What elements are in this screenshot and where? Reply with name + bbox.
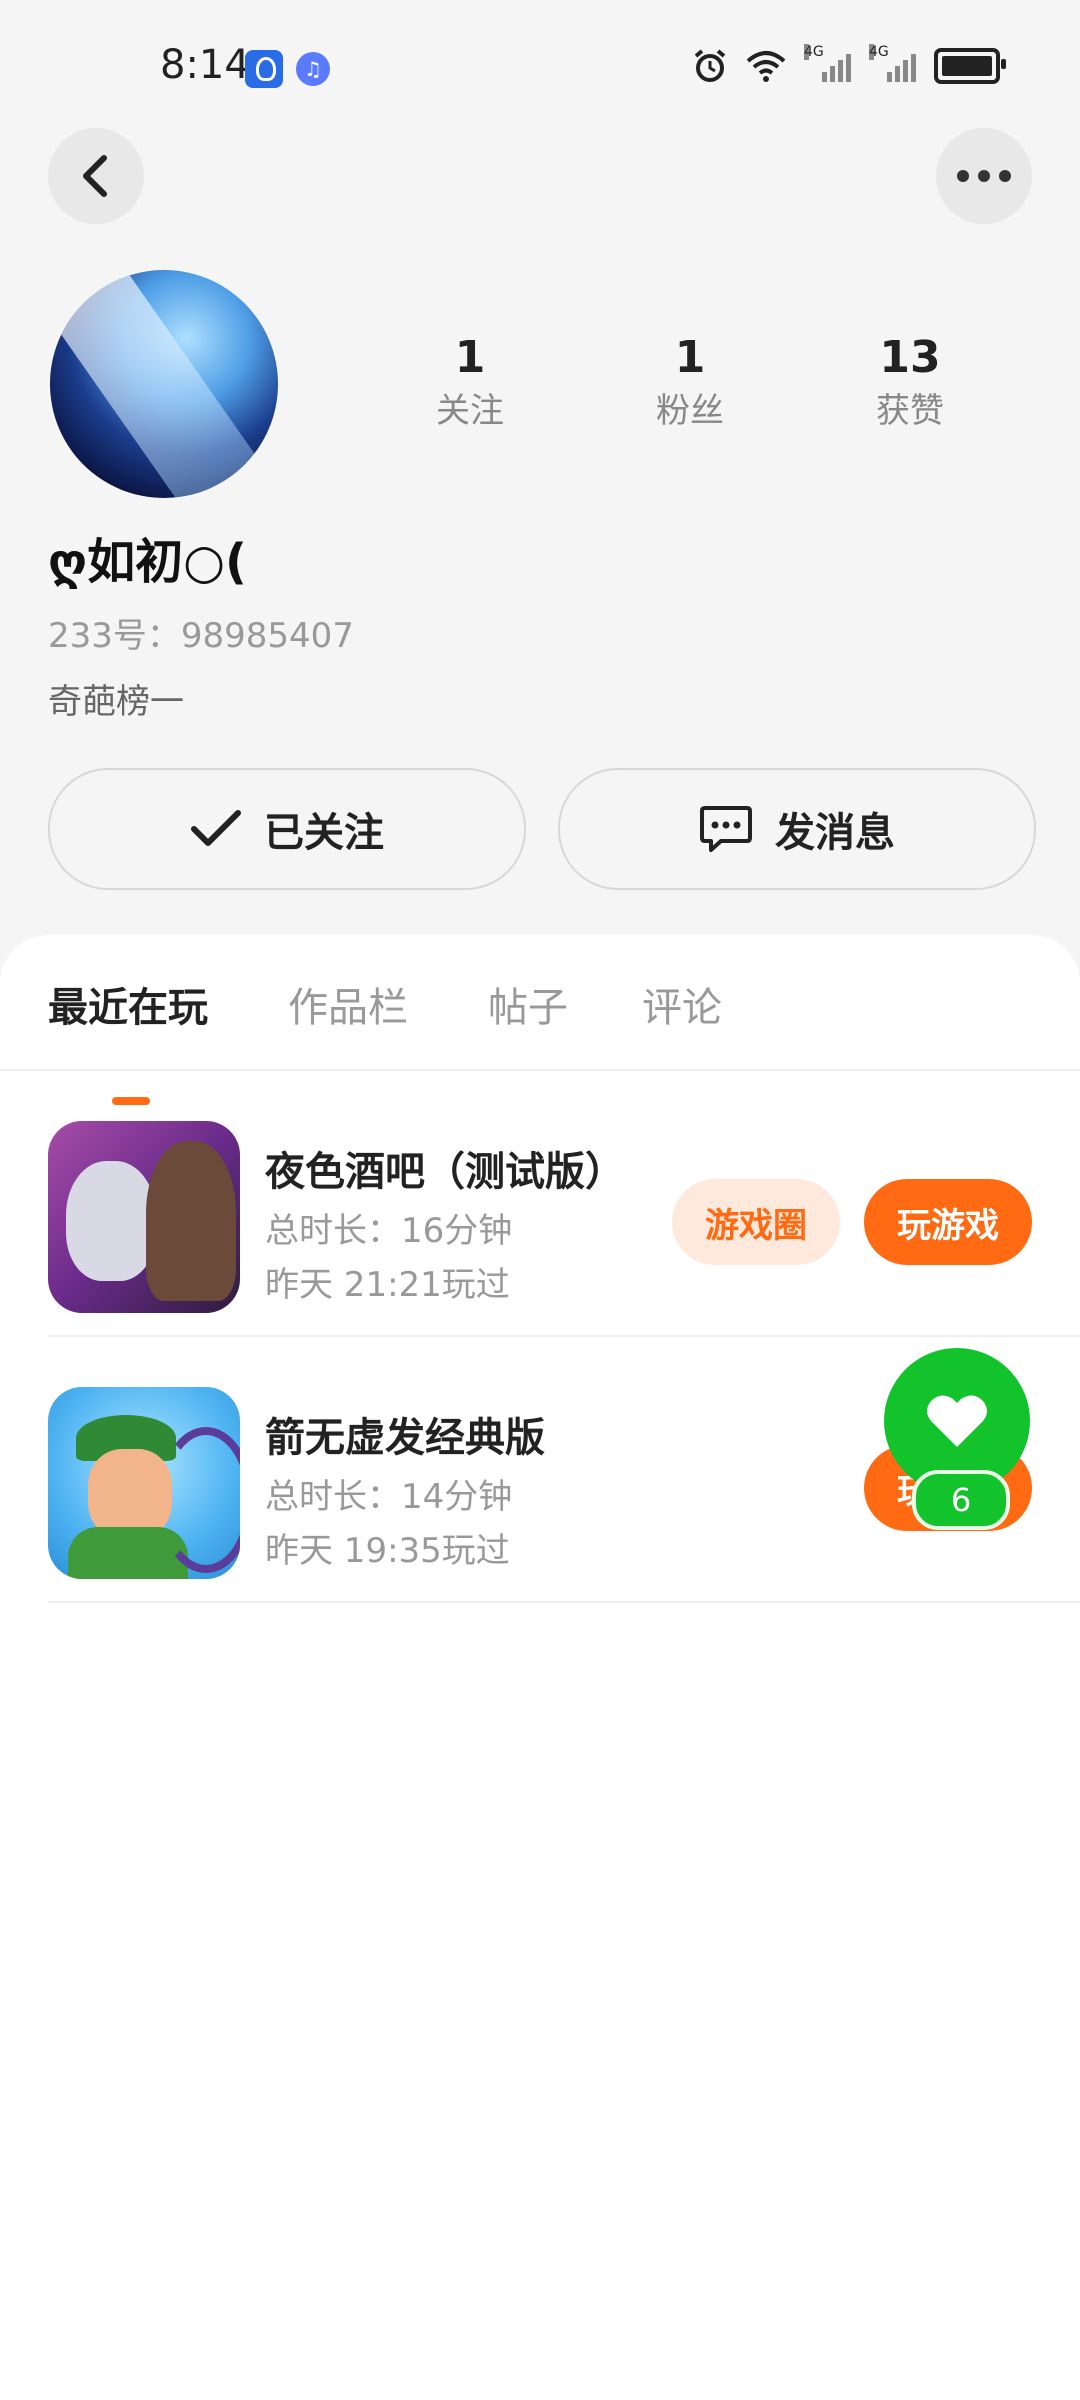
stat-label: 获赞 [876,391,944,431]
stat-label: 粉丝 [656,391,724,431]
battery-icon [934,48,1006,84]
play-game-button[interactable]: 玩游戏 [864,1179,1032,1265]
message-button-label: 发消息 [775,810,895,856]
content-panel: 最近在玩 作品栏 帖子 评论 夜色酒吧（测试版） 总时长：16分钟 昨天 21:… [0,935,1080,2400]
game-icon[interactable] [48,1121,240,1313]
game-last-played: 昨天 21:21玩过 [265,1265,510,1305]
game-duration: 总时长：14分钟 [265,1477,513,1517]
stat-value: 1 [674,332,706,383]
checkmark-icon [191,810,241,846]
like-count-badge: 6 [912,1470,1010,1530]
back-button[interactable] [48,128,144,224]
stat-label: 关注 [436,391,504,431]
stat-likes[interactable]: 13 获赞 [800,330,1020,436]
username: ღ如初○( [48,534,247,590]
stat-followers[interactable]: 1 粉丝 [580,330,800,436]
wifi-icon [746,51,786,82]
game-title: 箭无虚发经典版 [265,1415,545,1461]
stat-value: 13 [879,332,941,383]
status-time: 8:14 [160,42,250,88]
app-notification-icon [245,50,283,88]
music-notification-icon: ♫ [296,52,330,86]
profile-stats: 1 关注 1 粉丝 13 获赞 [360,330,1020,436]
heart-icon [927,1395,987,1447]
more-button[interactable] [936,128,1032,224]
tab-posts[interactable]: 帖子 [488,975,568,1033]
alarm-icon [694,49,726,82]
tab-comments[interactable]: 评论 [642,975,722,1033]
following-button[interactable]: 已关注 [48,768,526,890]
status-icons: 4G 4G [692,44,1006,84]
signal-1-icon: 4G [804,44,851,82]
user-id: 233号：98985407 [48,616,354,656]
game-duration: 总时长：16分钟 [265,1211,513,1251]
message-button[interactable]: 发消息 [558,768,1036,890]
tab-recently-played[interactable]: 最近在玩 [48,975,208,1033]
game-last-played: 昨天 19:35玩过 [265,1531,510,1571]
tab-works[interactable]: 作品栏 [288,975,408,1033]
status-bar: 8:14 ♫ 4G 4G [0,0,1080,130]
row-divider [48,1601,1080,1603]
game-list-item[interactable]: 夜色酒吧（测试版） 总时长：16分钟 昨天 21:21玩过 游戏圈 玩游戏 [0,1071,1080,1337]
stat-value: 1 [454,332,486,383]
game-title: 夜色酒吧（测试版） [265,1149,625,1195]
user-bio: 奇葩榜一 [48,682,184,722]
game-icon[interactable] [48,1387,240,1579]
profile-tabs: 最近在玩 作品栏 帖子 评论 [0,975,1080,1105]
chevron-left-icon [83,155,107,197]
following-button-label: 已关注 [264,810,384,856]
chat-bubble-icon [700,806,752,852]
more-dots-icon [957,170,1011,182]
signal-2-icon: 4G [869,44,916,82]
avatar[interactable] [50,270,278,498]
game-circle-button[interactable]: 游戏圈 [672,1179,840,1265]
stat-following[interactable]: 1 关注 [360,330,580,436]
